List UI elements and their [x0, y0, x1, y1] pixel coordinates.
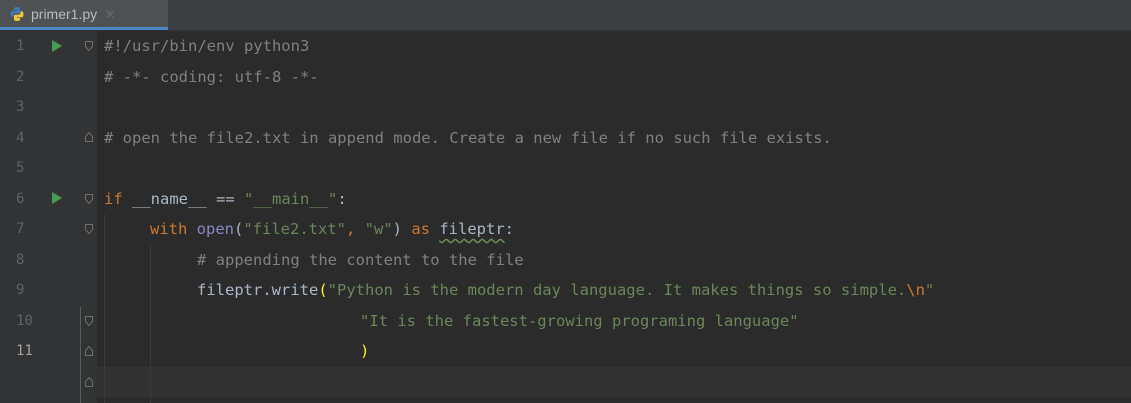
line-number: 3 — [16, 99, 25, 115]
string-literal: " — [924, 281, 935, 299]
line-number: 4 — [16, 129, 25, 146]
line-number: 1 — [16, 38, 25, 54]
string-literal: "file2.txt" — [243, 220, 346, 238]
code-line-9: fileptr.write("Python is the modern day … — [104, 275, 1131, 306]
keyword: as — [402, 220, 440, 238]
punctuation: : — [337, 189, 347, 208]
punctuation: ) — [392, 220, 403, 238]
line-number: 7 — [16, 221, 25, 237]
run-icon[interactable] — [52, 40, 62, 52]
method-call: fileptr.write — [197, 281, 319, 299]
line-number: 9 — [16, 282, 25, 298]
code-line-6: if __name__ == "__main__": — [104, 184, 1131, 215]
string-literal: "__main__" — [244, 189, 338, 208]
keyword: with — [150, 220, 188, 238]
string-literal: "Python is the modern day language. It m… — [327, 281, 907, 299]
string-literal: "w" — [364, 220, 393, 238]
fold-collapse-icon[interactable] — [85, 316, 93, 326]
fold-end-icon[interactable] — [85, 377, 93, 387]
punctuation: ( — [234, 220, 244, 238]
line-number: 8 — [16, 251, 25, 268]
identifier: __name__ == — [122, 189, 244, 208]
punctuation: : — [504, 220, 515, 238]
builtin-function: open — [196, 220, 234, 238]
tab-label: primer1.py — [31, 5, 98, 22]
close-icon[interactable]: × — [105, 7, 115, 21]
fold-collapse-icon[interactable] — [85, 224, 93, 234]
gutter: 1 2 3 4 5 6 7 8 9 10 11 — [0, 31, 97, 403]
comment: # appending the content to the file — [197, 250, 524, 269]
fold-collapse-icon[interactable] — [85, 41, 93, 51]
code-line-8: # appending the content to the file — [104, 245, 1131, 276]
keyword: if — [104, 189, 123, 208]
line-number: 6 — [16, 190, 25, 207]
code-content[interactable]: #!/usr/bin/env python3 # -*- coding: utf… — [104, 31, 1131, 367]
fold-end-icon[interactable] — [85, 346, 93, 356]
fold-collapse-icon[interactable] — [85, 194, 93, 204]
line-number: 2 — [16, 68, 25, 85]
code-line-7: with open("file2.txt", "w") as fileptr: — [104, 214, 1131, 245]
code-line-2: # -*- coding: utf-8 -*- — [104, 67, 319, 86]
python-file-icon — [10, 6, 24, 21]
current-line-highlight — [0, 366, 1131, 397]
escape-sequence: \n — [906, 281, 925, 299]
line-number: 5 — [16, 160, 25, 176]
code-line-11: ) — [104, 336, 1131, 367]
change-marker — [80, 307, 81, 403]
variable: fileptr — [439, 220, 505, 238]
fold-end-icon[interactable] — [85, 132, 93, 142]
punctuation: ) — [360, 342, 370, 360]
editor-tab-bar: primer1.py × — [0, 0, 1131, 31]
punctuation: ( — [318, 281, 328, 299]
line-numbers: 1 2 3 4 5 6 7 8 9 10 11 — [0, 31, 40, 367]
tab-primer1[interactable]: primer1.py × — [0, 0, 168, 30]
code-line-4: # open the file2.txt in append mode. Cre… — [104, 128, 832, 147]
string-literal: "It is the fastest-growing programing la… — [360, 311, 799, 330]
run-icon[interactable] — [52, 192, 62, 204]
line-number: 10 — [16, 312, 33, 329]
line-number-current: 11 — [16, 343, 33, 359]
code-editor[interactable]: 1 2 3 4 5 6 7 8 9 10 11 #!/usr/bin/env p… — [0, 31, 1131, 403]
code-line-10: "It is the fastest-growing programing la… — [104, 306, 1131, 337]
punctuation: , — [346, 220, 365, 238]
code-line-1: #!/usr/bin/env python3 — [104, 37, 310, 55]
